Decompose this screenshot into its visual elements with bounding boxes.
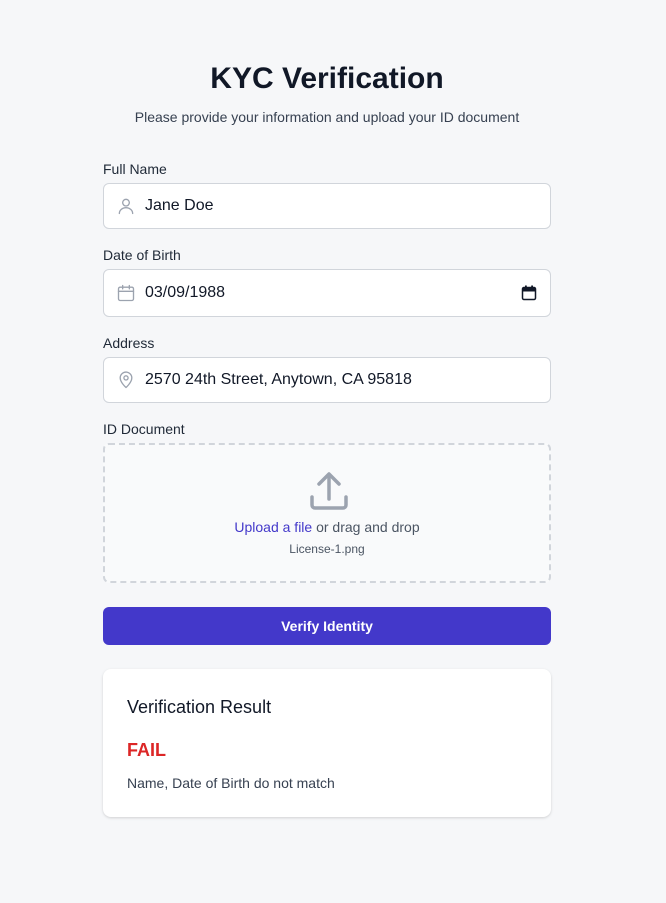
dob-value: 03/09/1988 xyxy=(145,284,226,301)
page-subtitle: Please provide your information and uplo… xyxy=(134,109,520,125)
upload-file-link[interactable]: Upload a file xyxy=(234,519,312,535)
dob-field[interactable]: 03/09/1988 xyxy=(103,269,551,317)
page-title: KYC Verification xyxy=(210,62,444,95)
verify-identity-button[interactable]: Verify Identity xyxy=(103,607,551,645)
user-icon xyxy=(116,196,136,216)
date-picker-icon[interactable] xyxy=(521,285,537,301)
verification-result-card: Verification Result FAIL Name, Date of B… xyxy=(103,669,551,817)
kyc-page: KYC Verification Please provide your inf… xyxy=(0,0,666,903)
file-dropzone[interactable]: Upload a file or drag and drop License-1… xyxy=(103,443,551,583)
dob-label: Date of Birth xyxy=(103,247,181,263)
full-name-field[interactable]: Jane Doe xyxy=(103,183,551,229)
upload-icon xyxy=(307,469,351,513)
address-label: Address xyxy=(103,335,155,351)
result-status: FAIL xyxy=(127,740,166,760)
map-pin-icon xyxy=(116,370,136,390)
calendar-icon xyxy=(116,283,136,303)
upload-instructions: Upload a file or drag and drop xyxy=(105,519,549,535)
result-title: Verification Result xyxy=(127,697,272,717)
result-message: Name, Date of Birth do not match xyxy=(127,775,335,791)
address-value: 2570 24th Street, Anytown, CA 95818 xyxy=(145,371,412,388)
id-document-label: ID Document xyxy=(103,421,185,437)
full-name-label: Full Name xyxy=(103,161,167,177)
drag-drop-text: or drag and drop xyxy=(312,519,420,535)
address-field[interactable]: 2570 24th Street, Anytown, CA 95818 xyxy=(103,357,551,403)
full-name-value: Jane Doe xyxy=(145,197,214,214)
selected-filename: License-1.png xyxy=(289,542,365,556)
